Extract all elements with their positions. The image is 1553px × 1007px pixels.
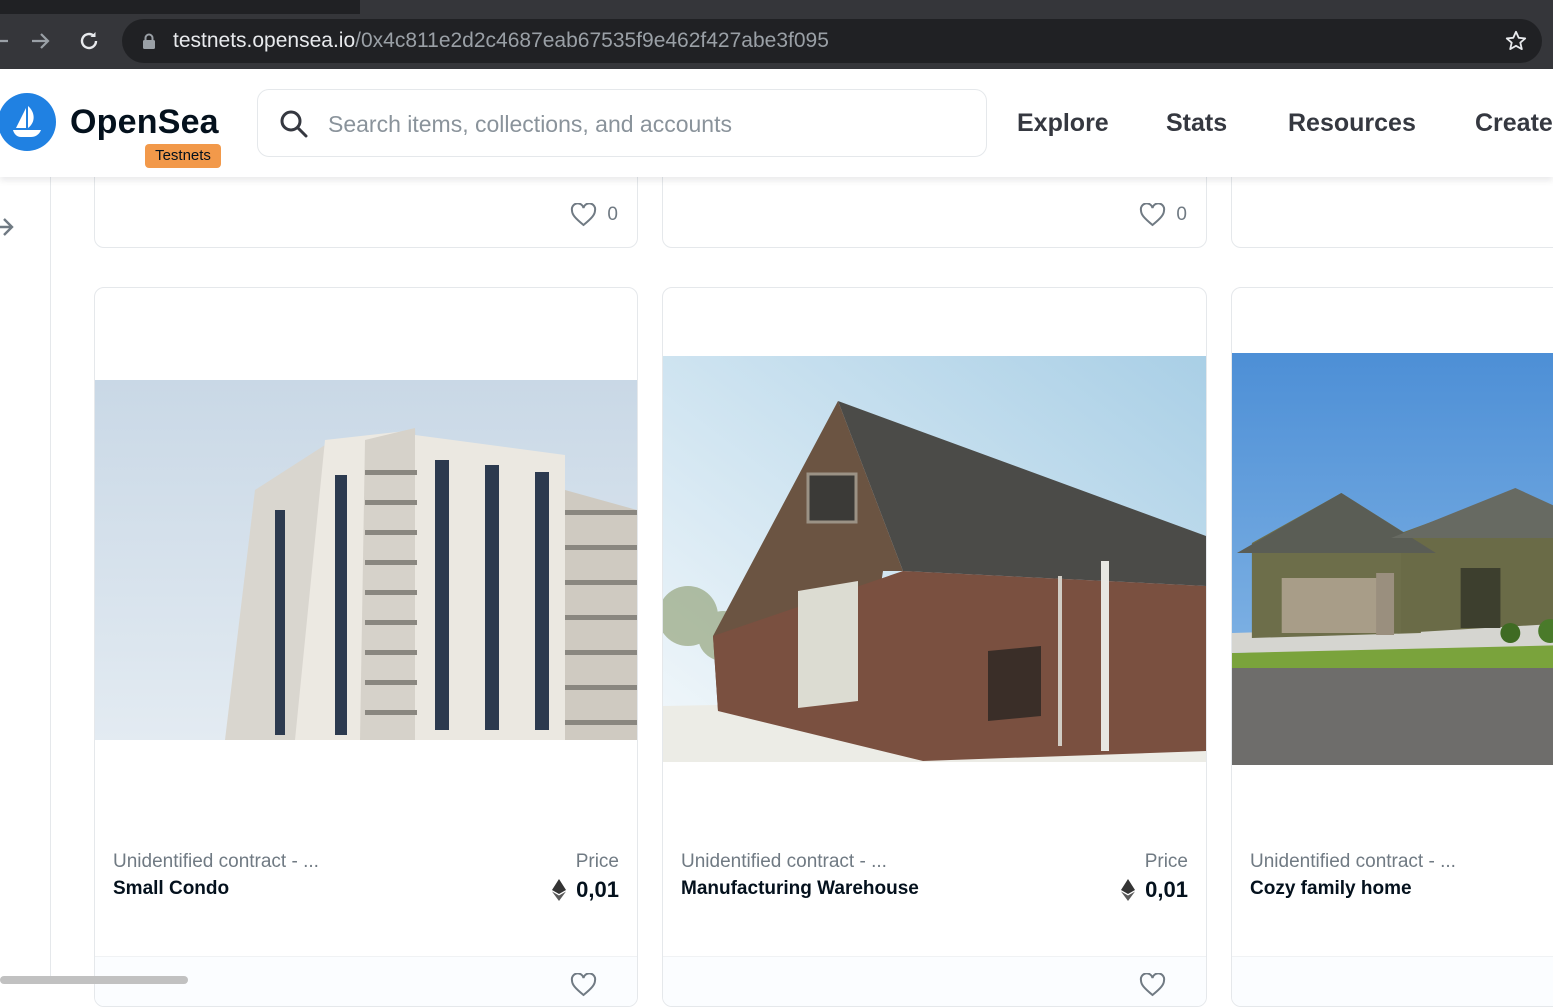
ethereum-icon [552, 879, 567, 901]
asset-card[interactable]: Unidentified contract - ... Small Condo … [94, 287, 638, 1007]
url-path: /0x4c811e2d2c4687eab67535f9e462f427abe3f… [355, 29, 829, 52]
search-icon [280, 110, 308, 138]
site-header: OpenSea Testnets Explore Stats Resources… [0, 69, 1553, 177]
url-text: testnets.opensea.io/0x4c811e2d2c4687eab6… [173, 28, 829, 54]
opensea-logo[interactable] [0, 93, 56, 151]
arrow-right-icon [32, 33, 50, 49]
favorite-count[interactable]: 0 [1139, 203, 1187, 227]
price-label: Price [1144, 851, 1188, 872]
reload-button[interactable] [74, 26, 104, 56]
address-bar[interactable]: testnets.opensea.io/0x4c811e2d2c4687eab6… [122, 19, 1542, 63]
search-box[interactable] [257, 89, 987, 157]
forward-button[interactable] [26, 26, 56, 56]
tabstrip-edge [360, 0, 1553, 14]
asset-name[interactable]: Small Condo [113, 878, 229, 900]
search-input[interactable] [328, 108, 948, 140]
price: 0,01 [1121, 877, 1188, 903]
browser-toolbar: testnets.opensea.io/0x4c811e2d2c4687eab6… [0, 14, 1553, 69]
testnets-badge: Testnets [145, 144, 221, 168]
price-value: 0,01 [1145, 877, 1188, 902]
heart-icon [1140, 203, 1166, 227]
lock-icon [143, 33, 155, 49]
nav-stats[interactable]: Stats [1166, 109, 1227, 138]
asset-card[interactable]: Unidentified contract - ... Manufacturin… [662, 287, 1207, 1007]
nav-explore[interactable]: Explore [1017, 109, 1109, 138]
horizontal-scrollbar-thumb[interactable] [0, 976, 188, 984]
asset-image[interactable] [1232, 353, 1553, 765]
back-button[interactable] [0, 26, 14, 56]
warehouse-image [663, 356, 1206, 762]
price: 0,01 [552, 877, 619, 903]
asset-image[interactable] [663, 356, 1206, 762]
sailboat-icon [13, 106, 41, 137]
expand-filter-arrow-icon[interactable] [0, 215, 16, 239]
collection-name[interactable]: Unidentified contract - ... [113, 851, 319, 873]
heart-icon [571, 203, 597, 227]
ethereum-icon [1121, 879, 1136, 901]
favorite-count-value: 0 [1176, 204, 1187, 225]
asset-card[interactable]: Unidentified contract - ... Cozy family … [1231, 287, 1553, 1007]
condo-building-image [95, 380, 637, 740]
reload-icon [80, 32, 98, 50]
collection-name[interactable]: Unidentified contract - ... [1250, 851, 1456, 873]
url-host: testnets.opensea.io [173, 29, 356, 52]
arrow-left-icon [0, 39, 8, 43]
bookmark-star-icon[interactable] [1504, 29, 1528, 53]
browser-tabstrip [0, 0, 1553, 14]
favorite-count-value: 0 [607, 204, 618, 225]
nav-create[interactable]: Create [1475, 109, 1553, 138]
asset-name[interactable]: Manufacturing Warehouse [681, 878, 919, 900]
asset-image[interactable] [95, 380, 637, 740]
brand-name[interactable]: OpenSea [70, 103, 219, 142]
price-value: 0,01 [576, 877, 619, 902]
card-footer [663, 956, 1206, 1006]
heart-icon[interactable] [570, 973, 597, 997]
asset-name[interactable]: Cozy family home [1250, 878, 1412, 900]
card-footer [1232, 956, 1553, 1006]
filter-sidebar [0, 177, 51, 984]
collection-name[interactable]: Unidentified contract - ... [681, 851, 887, 873]
favorite-count[interactable]: 0 [570, 203, 618, 227]
nav-resources[interactable]: Resources [1288, 109, 1416, 138]
heart-icon[interactable] [1139, 973, 1166, 997]
family-home-image [1232, 353, 1553, 765]
price-label: Price [575, 851, 619, 872]
